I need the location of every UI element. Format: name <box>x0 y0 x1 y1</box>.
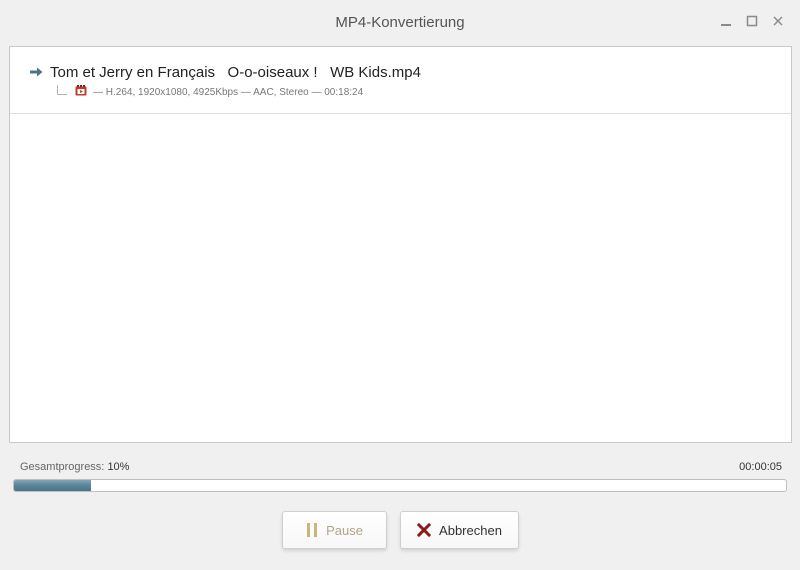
elapsed-time: 00:00:05 <box>739 461 782 473</box>
cancel-button[interactable]: Abbrechen <box>400 511 519 549</box>
window-title: MP4-Konvertierung <box>335 14 465 31</box>
list-item[interactable]: Tom et Jerry en Français O-o-oiseaux ! W… <box>10 47 791 114</box>
file-name: Tom et Jerry en Français O-o-oiseaux ! W… <box>50 64 421 81</box>
progress-percent: 10% <box>107 461 130 473</box>
file-list: Tom et Jerry en Français O-o-oiseaux ! W… <box>9 46 792 443</box>
conversion-window: MP4-Konvertierung Tom et Jerry en França… <box>0 0 800 570</box>
arrow-right-icon <box>30 67 43 77</box>
window-controls <box>718 12 786 30</box>
video-file-icon <box>75 85 87 96</box>
pause-button[interactable]: Pause <box>282 511 387 549</box>
close-icon[interactable] <box>770 12 786 30</box>
tree-connector <box>57 85 67 95</box>
cancel-x-icon <box>417 523 432 537</box>
progress-label: Gesamtprogress: 10% <box>20 461 129 473</box>
maximize-icon[interactable] <box>744 12 760 30</box>
minimize-icon[interactable] <box>718 12 734 30</box>
progress-label-text: Gesamtprogress: <box>20 461 105 473</box>
cancel-label: Abbrechen <box>439 522 502 538</box>
file-details: — H.264, 1920x1080, 4925Kbps — AAC, Ster… <box>93 87 364 98</box>
title-bar: MP4-Konvertierung <box>0 0 800 46</box>
progress-bar-fill <box>14 480 92 491</box>
pause-icon <box>306 522 318 538</box>
progress-bar <box>13 479 787 492</box>
pause-label: Pause <box>326 522 363 538</box>
